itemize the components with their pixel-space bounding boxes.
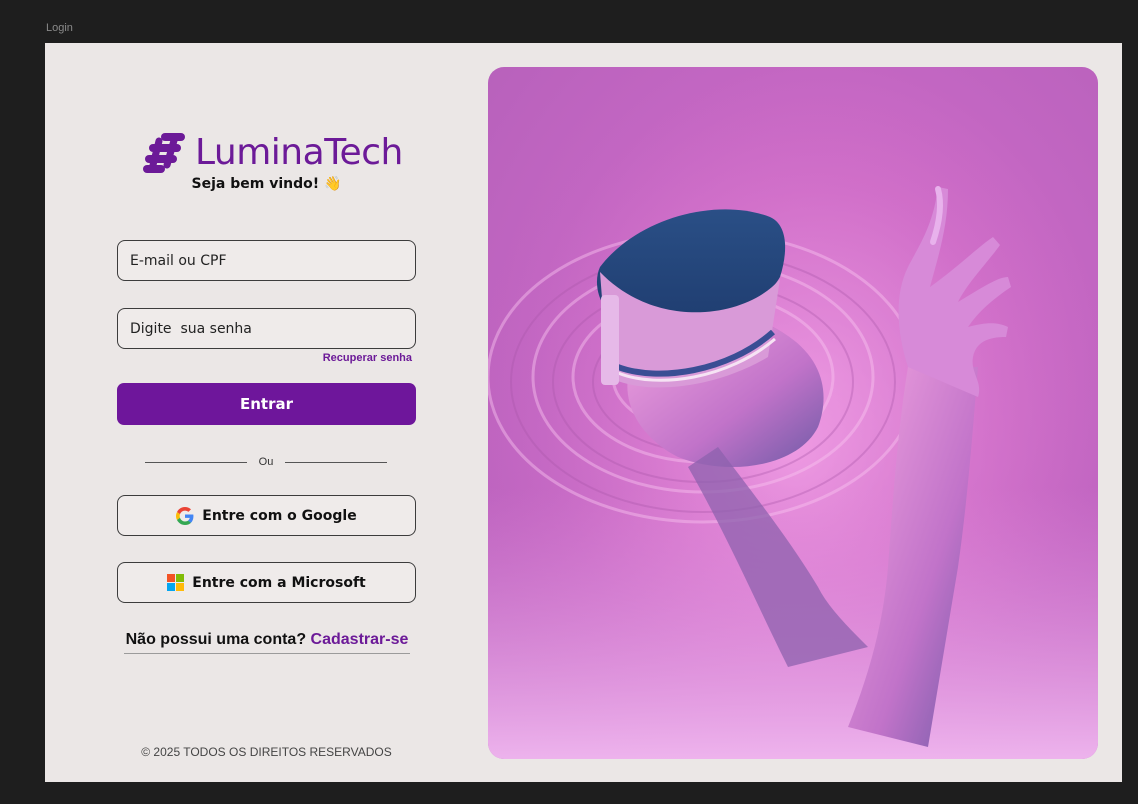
signup-prompt: Não possui uma conta? Cadastrar-se (124, 631, 410, 654)
login-frame: LuminaTech Seja bem vindo! 👋 Recuperar s… (45, 43, 1122, 782)
google-login-label: Entre com o Google (202, 507, 357, 524)
login-button[interactable]: Entrar (117, 383, 416, 425)
brand-name: LuminaTech (195, 131, 403, 173)
welcome-heading: Seja bem vindo! 👋 (45, 176, 488, 192)
google-g-icon (176, 506, 194, 525)
waving-hand-icon: 👋 (324, 176, 342, 192)
microsoft-login-label: Entre com a Microsoft (192, 574, 366, 591)
welcome-text: Seja bem vindo! (191, 176, 320, 192)
recover-password-link[interactable]: Recuperar senha (117, 352, 412, 364)
email-field[interactable] (117, 240, 416, 281)
molecule-cluster-icon (143, 133, 185, 173)
microsoft-login-button[interactable]: Entre com a Microsoft (117, 562, 416, 603)
divider-label: Ou (258, 456, 274, 468)
vr-person-illustration (488, 67, 1098, 759)
brand-logo: LuminaTech (143, 131, 403, 173)
hero-image (488, 67, 1098, 759)
signup-prompt-text: Não possui uma conta? (125, 631, 307, 648)
divider-line-left (145, 461, 247, 463)
password-field[interactable] (117, 308, 416, 349)
copyright-text: © 2025 TODOS OS DIREITOS RESERVADOS (141, 745, 392, 759)
microsoft-logo-icon (167, 574, 185, 591)
google-login-button[interactable]: Entre com o Google (117, 495, 416, 536)
divider-line-right (285, 461, 387, 463)
frame-label: Login (46, 22, 73, 34)
signup-link[interactable]: Cadastrar-se (311, 631, 409, 648)
or-divider: Ou (145, 456, 387, 468)
email-input[interactable] (130, 252, 415, 269)
password-input[interactable] (130, 320, 415, 337)
